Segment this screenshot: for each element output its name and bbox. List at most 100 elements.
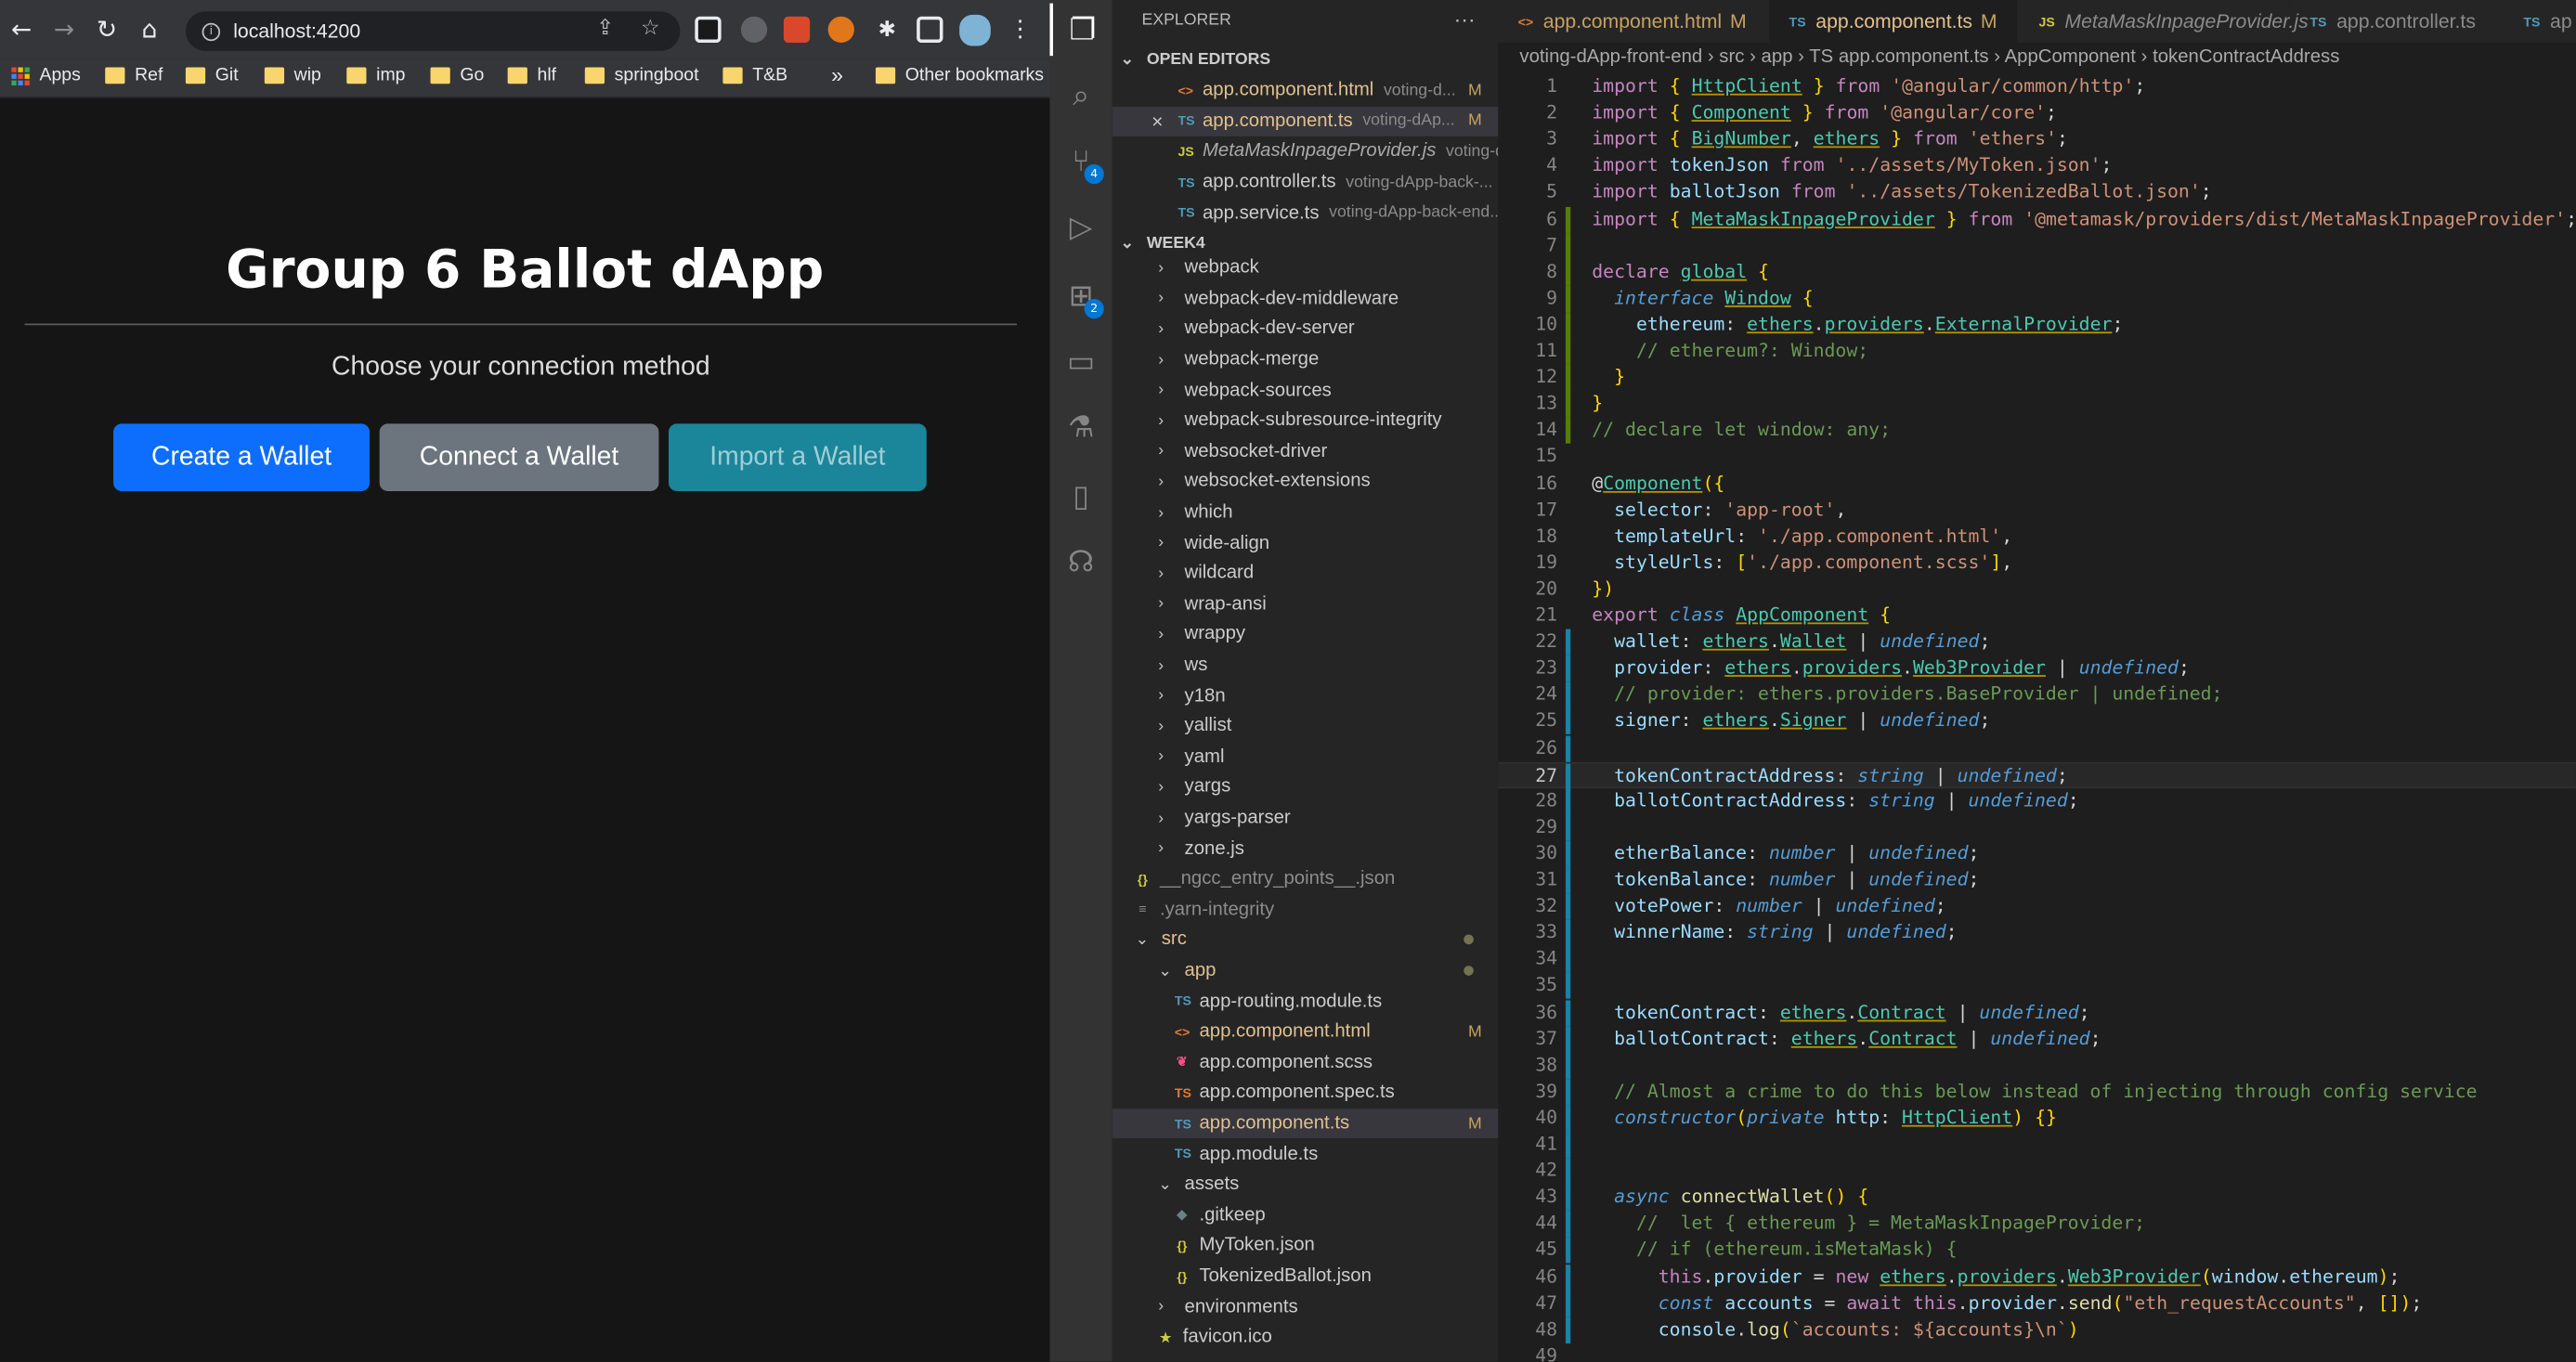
code-line[interactable]: 32 votePower: number | undefined; xyxy=(1498,893,2576,921)
folder-item[interactable]: › webpack-subresource-integrity xyxy=(1112,406,1499,436)
folder-item[interactable]: › zone.js xyxy=(1112,834,1499,864)
code-line[interactable]: 3 import { BigNumber, ethers } from 'ethe… xyxy=(1498,127,2576,153)
breadcrumb-item[interactable]: app xyxy=(1762,47,1793,67)
open-editor-item[interactable]: × TS app.component.ts voting-dAp... M xyxy=(1112,106,1499,137)
file-item[interactable]: TS app.component.spec.ts xyxy=(1112,1078,1499,1109)
editor-tab[interactable]: <> app.component.html M xyxy=(1498,0,1770,43)
folder-item[interactable]: › webpack-sources xyxy=(1112,375,1499,406)
code-line[interactable]: 9 interface Window { xyxy=(1498,285,2576,312)
code-line[interactable]: 26 xyxy=(1498,734,2576,762)
code-area[interactable]: 1 import { HttpClient } from '@angular/co… xyxy=(1498,74,2576,1362)
file-item[interactable]: ★ favicon.ico xyxy=(1112,1322,1499,1353)
metamask-icon[interactable] xyxy=(827,16,854,43)
code-line[interactable]: 2 import { Component } from '@angular/cor… xyxy=(1498,100,2576,126)
code-line[interactable]: 24 // provider: ethers.providers.BasePro… xyxy=(1498,681,2576,709)
code-line[interactable]: 21 export class AppComponent { xyxy=(1498,603,2576,629)
code-line[interactable]: 39 // Almost a crime to do this below in… xyxy=(1498,1078,2576,1106)
code-line[interactable]: 14 // declare let window: any; xyxy=(1498,417,2576,445)
source-control-icon[interactable]: ⑂ 4 xyxy=(1049,135,1112,188)
folder-item[interactable]: › webpack-dev-middleware xyxy=(1112,283,1499,314)
info-icon[interactable]: i xyxy=(202,21,221,41)
code-line[interactable]: 33 winnerName: string | undefined; xyxy=(1498,920,2576,947)
code-line[interactable]: 37 ballotContract: ethers.Contract | und… xyxy=(1498,1025,2576,1053)
code-line[interactable]: 46 this.provider = new ethers.providers.… xyxy=(1498,1264,2576,1291)
code-line[interactable]: 48 console.log(`accounts: ${accounts}\n`… xyxy=(1498,1317,2576,1343)
open-editors-header[interactable]: ⌄ OPEN EDITORS xyxy=(1112,45,1499,74)
editor-tab[interactable]: TS app.component.ts M xyxy=(1769,0,2020,43)
folder-item[interactable]: › websocket-extensions xyxy=(1112,467,1499,498)
bookmark-wip[interactable]: wip xyxy=(264,66,321,85)
folder-item[interactable]: › webpack xyxy=(1112,253,1499,283)
menu-icon[interactable]: ⋮ xyxy=(999,0,1042,59)
folder-item[interactable]: › websocket-driver xyxy=(1112,436,1499,467)
folder-item[interactable]: ⌄ assets xyxy=(1112,1170,1499,1200)
code-line[interactable]: 17 selector: 'app-root', xyxy=(1498,497,2576,523)
connect-wallet-button[interactable]: Connect a Wallet xyxy=(379,423,659,491)
bookmark-tb[interactable]: T&B xyxy=(722,66,787,85)
code-line[interactable]: 7 xyxy=(1498,232,2576,259)
folder-item[interactable]: › wrappy xyxy=(1112,619,1499,650)
code-line[interactable]: 16 @Component({ xyxy=(1498,471,2576,497)
file-item[interactable]: ◆ .gitkeep xyxy=(1112,1200,1499,1230)
breadcrumb-item[interactable]: TS app.component.ts xyxy=(1809,47,1988,67)
file-item[interactable]: {} TokenizedBallot.json xyxy=(1112,1261,1499,1291)
code-line[interactable]: 6 import { MetaMaskInpageProvider } from … xyxy=(1498,206,2576,233)
folder-item[interactable]: › yargs xyxy=(1112,772,1499,803)
folder-item[interactable]: › which xyxy=(1112,498,1499,528)
open-editor-item[interactable]: TS app.service.ts voting-dApp-back-end... xyxy=(1112,198,1498,228)
code-line[interactable]: 4 import tokenJson from '../assets/MyToke… xyxy=(1498,153,2576,179)
code-line[interactable]: 8 declare global { xyxy=(1498,258,2576,286)
code-line[interactable]: 27 tokenContractAddress: string | undefi… xyxy=(1498,761,2576,790)
folder-item[interactable]: › yargs-parser xyxy=(1112,803,1499,834)
breadcrumb-item[interactable]: voting-dApp-front-end xyxy=(1519,47,1702,67)
code-line[interactable]: 15 xyxy=(1498,444,2576,470)
code-line[interactable]: 35 xyxy=(1498,972,2576,1000)
share-icon[interactable]: ⇪ xyxy=(596,17,614,42)
code-line[interactable]: 13} xyxy=(1498,391,2576,418)
avatar[interactable] xyxy=(959,14,991,46)
code-line[interactable]: 43 async connectWallet() { xyxy=(1498,1184,2576,1212)
more-actions-icon[interactable]: ··· xyxy=(1454,6,1476,32)
extension-3-icon[interactable] xyxy=(783,16,811,43)
code-line[interactable]: 42 xyxy=(1498,1158,2576,1185)
folder-item[interactable]: › ws xyxy=(1112,650,1499,681)
code-line[interactable]: 29 xyxy=(1498,814,2576,841)
bookmark-imp[interactable]: imp xyxy=(346,66,405,85)
back-icon[interactable]: ← xyxy=(0,0,43,59)
forward-icon[interactable]: → xyxy=(43,0,85,59)
code-line[interactable]: 41 xyxy=(1498,1131,2576,1159)
code-line[interactable]: 49 xyxy=(1498,1343,2576,1362)
open-editor-item[interactable]: JS MetaMaskInpageProvider.js voting-d... xyxy=(1112,136,1498,167)
bookmark-git[interactable]: Git xyxy=(185,66,239,85)
bookmark-springboot[interactable]: springboot xyxy=(584,66,699,85)
code-line[interactable]: 40 constructor(private http: HttpClient)… xyxy=(1498,1105,2576,1132)
code-line[interactable]: 45 // if (ethereum.isMetaMask) { xyxy=(1498,1237,2576,1265)
editor-tab[interactable]: TS ap xyxy=(2504,0,2572,43)
folder-item[interactable]: › yaml xyxy=(1112,742,1499,772)
folder-item[interactable]: ⌄ src xyxy=(1112,925,1499,955)
file-item[interactable]: ≡ .yarn-integrity xyxy=(1112,894,1499,925)
run-debug-icon[interactable]: ▷ xyxy=(1049,201,1112,253)
file-item[interactable]: TS app.component.ts M xyxy=(1112,1108,1499,1139)
bookmark-hlf[interactable]: hlf xyxy=(507,66,556,85)
editor-tab[interactable]: JS MetaMaskInpageProvider.js xyxy=(2019,0,2309,43)
remote-explorer-icon[interactable]: ▭ xyxy=(1049,335,1112,388)
import-wallet-button[interactable]: Import a Wallet xyxy=(669,423,927,491)
code-line[interactable]: 5 import ballotJson from '../assets/Token… xyxy=(1498,180,2576,206)
code-line[interactable]: 20}) xyxy=(1498,577,2576,603)
breadcrumb-item[interactable]: AppComponent xyxy=(2005,47,2136,67)
file-item[interactable]: TS app.module.ts xyxy=(1112,1139,1499,1170)
file-item[interactable]: {} __ngcc_entry_points__.json xyxy=(1112,864,1499,895)
code-line[interactable]: 19 styleUrls: ['./app.component.scss'], xyxy=(1498,550,2576,576)
breadcrumb-item[interactable]: tokenContractAddress xyxy=(2153,47,2339,67)
side-panel-icon[interactable] xyxy=(917,16,943,43)
code-line[interactable]: 38 xyxy=(1498,1052,2576,1079)
code-line[interactable]: 1 import { HttpClient } from '@angular/co… xyxy=(1498,74,2576,100)
folder-item[interactable]: › y18n xyxy=(1112,681,1499,711)
testing-icon[interactable]: ⚗ xyxy=(1049,401,1112,454)
code-line[interactable]: 10 ethereum: ethers.providers.ExternalPr… xyxy=(1498,311,2576,339)
bookmark-apps[interactable]: Apps xyxy=(11,66,81,85)
create-wallet-button[interactable]: Create a Wallet xyxy=(113,423,371,491)
extensions-puzzle-icon[interactable]: ✱ xyxy=(874,17,900,43)
code-line[interactable]: 28 ballotContractAddress: string | undef… xyxy=(1498,787,2576,815)
